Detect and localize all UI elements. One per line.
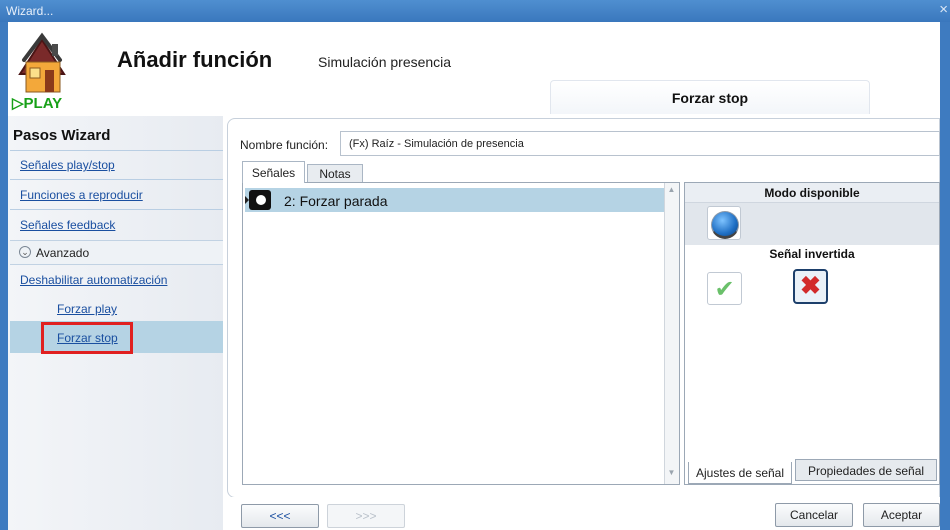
close-icon[interactable]: × <box>939 1 948 18</box>
list-item-label: 2: Forzar parada <box>284 193 388 209</box>
push-button-mode-icon[interactable] <box>707 206 741 240</box>
divider <box>10 209 223 210</box>
scroll-down-icon[interactable]: ▼ <box>664 468 679 482</box>
window-right-border <box>940 22 950 530</box>
page-title: Añadir función <box>117 47 273 72</box>
page-subtitle: Simulación presencia <box>318 54 452 70</box>
sidebar-item-disable-automation[interactable]: Deshabilitar automatización <box>20 273 167 287</box>
divider <box>10 150 223 151</box>
sidebar-item-force-play[interactable]: Forzar play <box>57 302 117 316</box>
accept-button[interactable]: Aceptar <box>863 503 940 527</box>
window-title: Wizard... <box>6 4 54 18</box>
vertical-scrollbar[interactable] <box>664 183 679 484</box>
divider <box>10 179 223 180</box>
signal-type-icon <box>249 190 271 210</box>
sidebar-item-functions[interactable]: Funciones a reproducir <box>20 188 143 202</box>
signal-list <box>242 182 680 485</box>
mode-header: Modo disponible <box>685 183 939 203</box>
play-icon: ▷ <box>12 95 24 112</box>
chevron-down-icon[interactable]: ⌄ <box>19 246 31 258</box>
advanced-label: Avanzado <box>36 246 90 260</box>
scroll-up-icon[interactable]: ▲ <box>664 185 679 199</box>
window-left-border <box>0 22 8 530</box>
tab-notes[interactable]: Notas <box>307 164 363 183</box>
active-step-tab: Forzar stop <box>550 80 870 114</box>
sidebar-item-play-stop-signals[interactable]: Señales play/stop <box>20 158 115 172</box>
tab-signal-settings[interactable]: Ajustes de señal <box>688 462 792 484</box>
play-logo-text: ▷PLAY <box>12 94 62 112</box>
cross-icon[interactable]: ✖ <box>793 269 828 304</box>
checkmark-icon[interactable]: ✔ <box>707 272 742 305</box>
sidebar-item-feedback-signals[interactable]: Señales feedback <box>20 218 115 232</box>
play-label: PLAY <box>23 95 63 112</box>
function-name-input[interactable] <box>340 131 940 156</box>
cancel-button[interactable]: Cancelar <box>775 503 853 527</box>
next-button[interactable]: >>> <box>327 504 405 528</box>
tab-signals[interactable]: Señales <box>242 161 305 183</box>
title-bar: Wizard... × <box>0 0 950 22</box>
tab-signal-properties[interactable]: Propiedades de señal <box>795 459 937 481</box>
highlight-box <box>41 322 133 354</box>
previous-button[interactable]: <<< <box>241 504 319 528</box>
inverted-signal-header: Señal invertida <box>769 247 855 261</box>
sidebar-title: Pasos Wizard <box>13 127 111 144</box>
function-name-label: Nombre función: <box>240 138 329 152</box>
